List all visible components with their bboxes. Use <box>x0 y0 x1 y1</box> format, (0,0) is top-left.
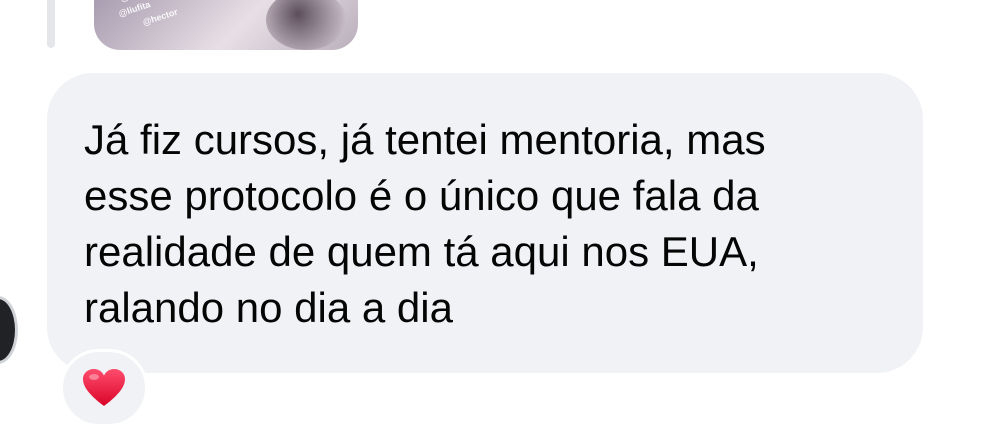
red-heart-icon <box>83 369 125 406</box>
reply-indicator-bar <box>47 0 55 48</box>
reaction-badge[interactable] <box>60 349 148 427</box>
message-line: ralando no dia a dia <box>84 284 453 331</box>
chat-screen: @t @liufita @hector Já fiz cursos, já te… <box>0 0 991 443</box>
message-line: Já fiz cursos, já tentei mentoria, mas <box>84 116 766 163</box>
story-thumbnail[interactable]: @t @liufita @hector <box>94 0 358 50</box>
message-text: Já fiz cursos, já tentei mentoria, mas e… <box>84 112 914 336</box>
message-line: realidade de quem tá aqui nos EUA, <box>84 228 759 275</box>
story-handle-text: @t <box>119 0 133 4</box>
story-thumbnail-shadow <box>266 0 346 50</box>
message-line: esse protocolo é o único que fala da <box>84 172 759 219</box>
sender-avatar[interactable] <box>0 296 18 364</box>
